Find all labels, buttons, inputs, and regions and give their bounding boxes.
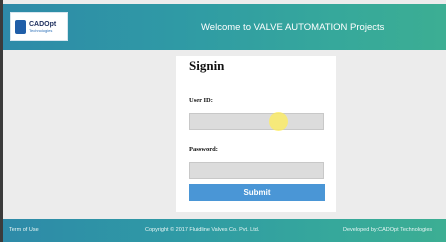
signin-card: Signin User ID: Password: Submit (176, 56, 336, 212)
page-title: Welcome to VALVE AUTOMATION Projects (201, 22, 385, 33)
company-logo[interactable]: CADOpt Technologies (10, 12, 68, 41)
password-label: Password: (189, 146, 218, 153)
copyright-text: Copyright © 2017 Fluidline Valves Co. Pv… (145, 227, 260, 233)
user-id-field[interactable] (189, 113, 324, 130)
user-id-label: User ID: (189, 97, 213, 104)
developer-credit: Developed by:CADOpt Technologies (343, 227, 433, 233)
signin-heading: Signin (189, 58, 225, 73)
logo-name: CADOpt (29, 20, 57, 28)
header-bar: CADOpt Technologies Welcome to VALVE AUT… (3, 4, 446, 50)
password-field[interactable] (189, 162, 324, 179)
footer-bar: Term of Use Copyright © 2017 Fluidline V… (3, 219, 446, 242)
login-page: CADOpt Technologies Welcome to VALVE AUT… (0, 0, 446, 242)
logo-text: CADOpt Technologies (29, 21, 56, 33)
terms-of-use-link[interactable]: Term of Use (9, 227, 39, 233)
logo-tagline: Technologies (29, 27, 53, 33)
submit-button[interactable]: Submit (189, 184, 325, 201)
cadopt-logo-icon (15, 19, 26, 34)
